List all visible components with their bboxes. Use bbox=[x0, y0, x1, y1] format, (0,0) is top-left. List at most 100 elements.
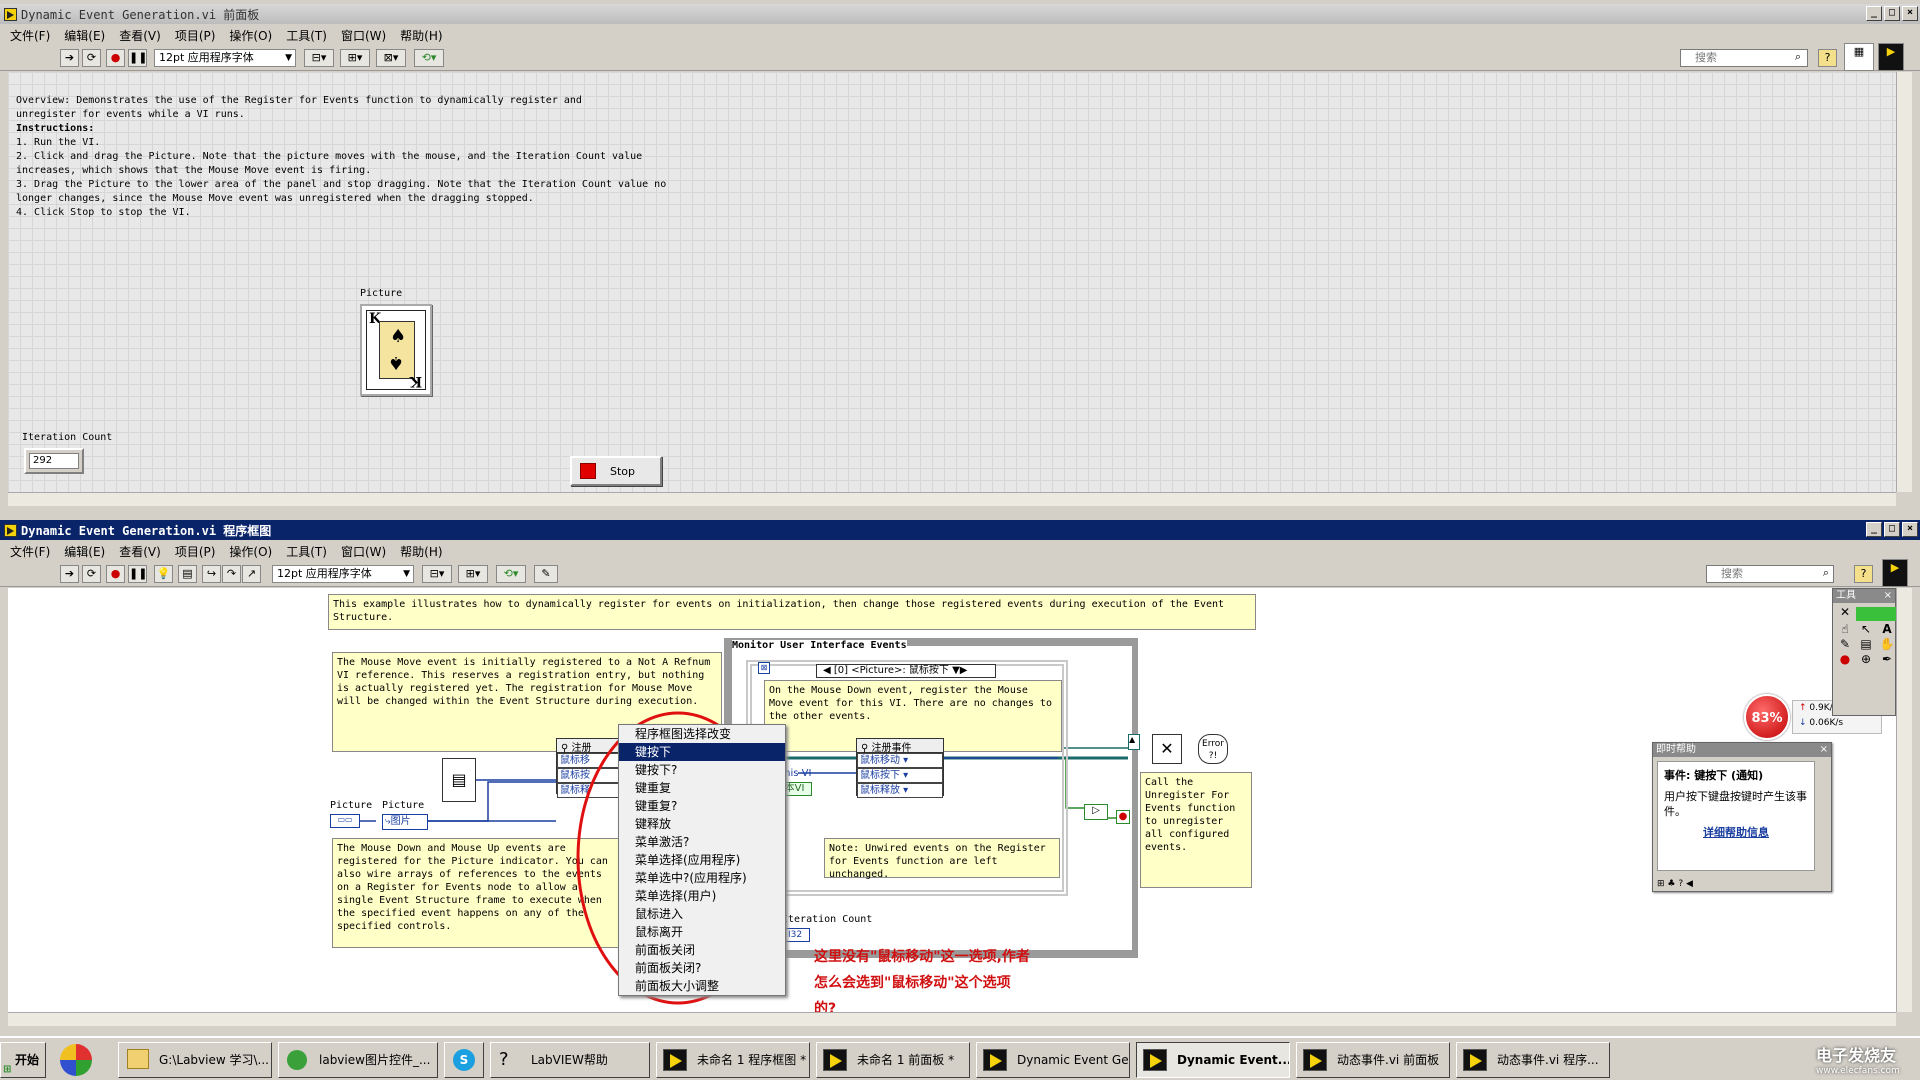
step-over-icon[interactable]: ↷ bbox=[222, 565, 241, 583]
menu-item[interactable]: 菜单激活? bbox=[619, 833, 785, 851]
menu-item[interactable]: 程序框图选择改变 bbox=[619, 725, 785, 743]
event-case-selector[interactable]: ◀ [0] <Picture>: 鼠标按下 ▼▶ bbox=[816, 664, 996, 678]
font-selector[interactable]: 12pt 应用程序字体 ▼ bbox=[272, 565, 414, 583]
menu-file[interactable]: 文件(F) bbox=[10, 543, 50, 560]
menu-edit[interactable]: 编辑(E) bbox=[64, 543, 105, 560]
close-button[interactable]: × bbox=[1902, 522, 1918, 537]
quick-launch-icon[interactable] bbox=[60, 1044, 92, 1076]
unregister-note[interactable]: Call the Unregister For Events function … bbox=[1140, 772, 1252, 888]
menu-item[interactable]: 前面板关闭? bbox=[619, 959, 785, 977]
menu-help[interactable]: 帮助(H) bbox=[400, 27, 442, 44]
vi-icon[interactable]: ▶ bbox=[1878, 43, 1904, 71]
taskbar-item-dynamic-vi-panel[interactable]: 动态事件.vi 前面板 bbox=[1296, 1042, 1450, 1078]
step-out-icon[interactable]: ↗ bbox=[242, 565, 261, 583]
reorder-icon[interactable]: ⟲▾ bbox=[414, 49, 444, 67]
taskbar-item-dynamic-vi-diagram[interactable]: 动态事件.vi 程序... bbox=[1456, 1042, 1610, 1078]
wire-tool-icon[interactable]: ✎ bbox=[1835, 637, 1855, 651]
menu-view[interactable]: 查看(V) bbox=[119, 27, 161, 44]
search-input[interactable]: 搜索 bbox=[1706, 565, 1834, 583]
scroll-tool-icon[interactable]: ✋ bbox=[1877, 637, 1897, 651]
breakpoint-tool-icon[interactable]: ● bbox=[1835, 652, 1855, 666]
pause-icon[interactable]: ❚❚ bbox=[128, 49, 147, 67]
distribute-icon[interactable]: ⊞▾ bbox=[458, 565, 488, 583]
run-arrow-icon[interactable]: ➔ bbox=[60, 565, 79, 583]
color-copy-tool-icon[interactable]: ✒ bbox=[1877, 652, 1897, 666]
shortcut-menu-tool-icon[interactable]: ▤ bbox=[1856, 637, 1876, 651]
taskbar-item-dynamic-event-diagram[interactable]: Dynamic Event... bbox=[1136, 1042, 1290, 1078]
menu-help[interactable]: 帮助(H) bbox=[400, 543, 442, 560]
menu-item-selected[interactable]: 键按下 bbox=[619, 743, 785, 761]
menu-view[interactable]: 查看(V) bbox=[119, 543, 161, 560]
connector-pane-icon[interactable]: ▦ bbox=[1844, 43, 1874, 71]
help-icon[interactable]: ? bbox=[1678, 879, 1683, 889]
minimize-button[interactable]: _ bbox=[1866, 522, 1882, 537]
align-icon[interactable]: ⊟▾ bbox=[304, 49, 334, 67]
menu-item[interactable]: 鼠标进入 bbox=[619, 905, 785, 923]
front-horizontal-scrollbar[interactable] bbox=[8, 492, 1896, 506]
text-tool-icon[interactable]: A bbox=[1877, 622, 1897, 636]
menu-operate[interactable]: 操作(O) bbox=[229, 543, 272, 560]
reorder-icon[interactable]: ⟲▾ bbox=[496, 565, 526, 583]
search-icon[interactable]: ⌕ bbox=[1790, 49, 1806, 67]
scroll-left-icon[interactable]: ◀ bbox=[1686, 879, 1693, 889]
taskbar-item-untitled-diagram[interactable]: 未命名 1 程序框图 * bbox=[656, 1042, 810, 1078]
block-vertical-scrollbar[interactable] bbox=[1896, 588, 1912, 1012]
help-icon[interactable]: ? bbox=[1818, 49, 1837, 67]
taskbar-item-skype[interactable]: S bbox=[444, 1042, 484, 1078]
align-icon[interactable]: ⊟▾ bbox=[422, 565, 452, 583]
register-row[interactable]: 鼠标释放 ▾ bbox=[857, 783, 943, 798]
start-button[interactable]: ⊞ 开始 bbox=[0, 1042, 46, 1078]
run-continuously-icon[interactable]: ⟳ bbox=[82, 49, 101, 67]
taskbar-item-dynamic-event-panel[interactable]: Dynamic Event Ge... bbox=[976, 1042, 1130, 1078]
picture-indicator[interactable]: K ♠ ♠ K bbox=[360, 304, 432, 396]
register-row[interactable]: 鼠标移动 ▾ bbox=[857, 753, 943, 768]
highlight-execution-icon[interactable]: 💡 bbox=[154, 565, 173, 583]
font-selector[interactable]: 12pt 应用程序字体 ▼ bbox=[154, 49, 296, 67]
run-continuously-icon[interactable]: ⟳ bbox=[82, 565, 101, 583]
maximize-button[interactable]: □ bbox=[1884, 6, 1900, 21]
retain-wire-values-icon[interactable]: ▤ bbox=[178, 565, 197, 583]
position-tool-icon[interactable]: ↖ bbox=[1856, 622, 1876, 636]
abort-icon[interactable]: ● bbox=[106, 49, 125, 67]
unregister-for-events-icon[interactable]: ✕ bbox=[1152, 734, 1182, 764]
menu-tools[interactable]: 工具(T) bbox=[286, 543, 327, 560]
distribute-icon[interactable]: ⊞▾ bbox=[340, 49, 370, 67]
block-diagram-titlebar[interactable]: Dynamic Event Generation.vi 程序框图 _ □ × bbox=[0, 520, 1920, 540]
menu-item[interactable]: 菜单选中?(应用程序) bbox=[619, 869, 785, 887]
menu-window[interactable]: 窗口(W) bbox=[341, 27, 386, 44]
menu-item[interactable]: 键重复 bbox=[619, 779, 785, 797]
clean-up-diagram-icon[interactable]: ✎ bbox=[534, 565, 558, 583]
menu-item[interactable]: 菜单选择(用户) bbox=[619, 887, 785, 905]
block-horizontal-scrollbar[interactable] bbox=[8, 1012, 1896, 1026]
detailed-help-link[interactable]: 详细帮助信息 bbox=[1664, 825, 1808, 840]
menu-item[interactable]: 键按下? bbox=[619, 761, 785, 779]
menu-project[interactable]: 项目(P) bbox=[175, 543, 216, 560]
front-panel-titlebar[interactable]: Dynamic Event Generation.vi 前面板 _ □ × bbox=[0, 4, 1920, 24]
menu-edit[interactable]: 编辑(E) bbox=[64, 27, 105, 44]
abort-icon[interactable]: ● bbox=[106, 565, 125, 583]
close-icon[interactable]: × bbox=[1820, 743, 1831, 757]
menu-project[interactable]: 项目(P) bbox=[175, 27, 216, 44]
close-icon[interactable]: × bbox=[1884, 589, 1895, 603]
menu-item[interactable]: 前面板关闭 bbox=[619, 941, 785, 959]
net-meter-gauge[interactable]: 83% bbox=[1744, 694, 1790, 740]
menu-item[interactable]: 键重复? bbox=[619, 797, 785, 815]
search-input[interactable]: 搜索 bbox=[1680, 49, 1808, 67]
menu-window[interactable]: 窗口(W) bbox=[341, 543, 386, 560]
close-button[interactable]: × bbox=[1902, 6, 1918, 21]
search-icon[interactable]: ⌕ bbox=[1818, 565, 1834, 583]
menu-item[interactable]: 菜单选择(应用程序) bbox=[619, 851, 785, 869]
menu-operate[interactable]: 操作(O) bbox=[229, 27, 272, 44]
help-icon[interactable]: ? bbox=[1854, 565, 1873, 583]
menu-file[interactable]: 文件(F) bbox=[10, 27, 50, 44]
resize-icon[interactable]: ⊠▾ bbox=[376, 49, 406, 67]
show-optional-icon[interactable]: ♣ bbox=[1667, 879, 1675, 889]
or-function-icon[interactable]: ▷ bbox=[1084, 804, 1108, 820]
vi-icon[interactable]: ▶ bbox=[1882, 559, 1908, 587]
step-into-icon[interactable]: ↪ bbox=[202, 565, 221, 583]
menu-item[interactable]: 鼠标离开 bbox=[619, 923, 785, 941]
auto-tool-icon[interactable]: ✕ bbox=[1835, 605, 1855, 621]
run-arrow-icon[interactable]: ➔ bbox=[60, 49, 79, 67]
lock-icon[interactable]: ⊞ bbox=[1657, 879, 1665, 889]
taskbar-item-explorer[interactable]: G:\Labview 学习\... bbox=[118, 1042, 272, 1078]
